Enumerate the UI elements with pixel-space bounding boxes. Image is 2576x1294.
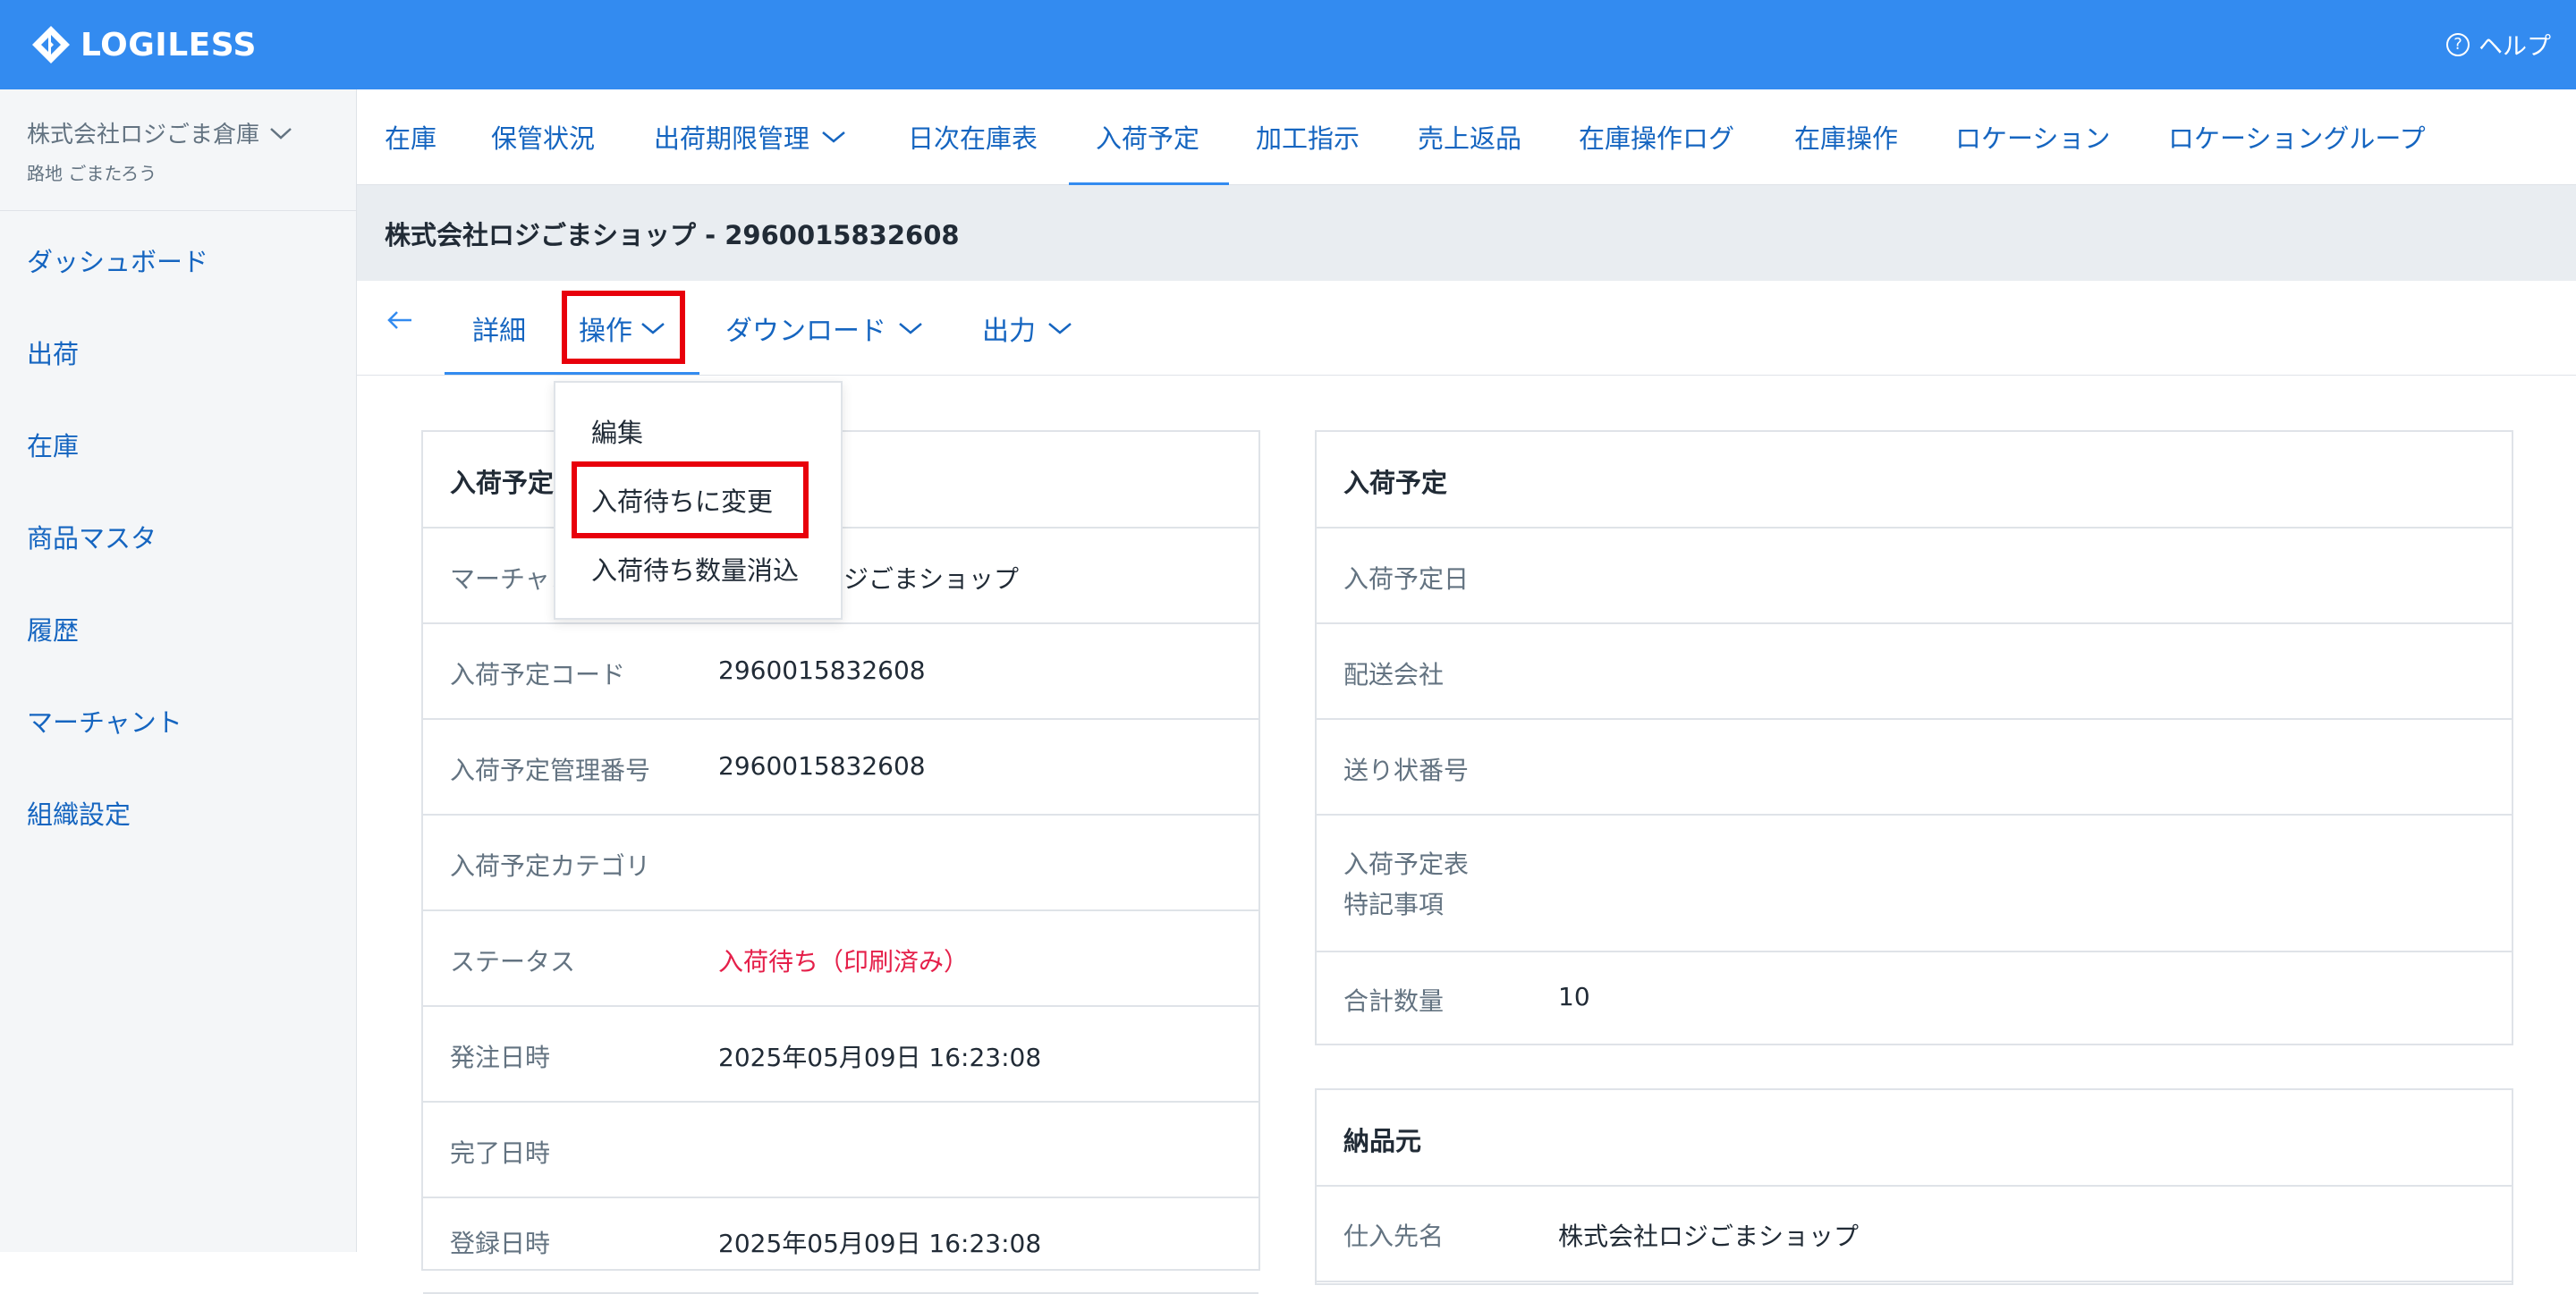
info-row: 入荷予定カテゴリ xyxy=(423,816,1258,911)
field-value: 2960015832608 xyxy=(718,655,926,685)
sidebar-item-org-settings[interactable]: 組織設定 xyxy=(27,794,131,832)
tab-sales-returns[interactable]: 売上返品 xyxy=(1418,118,1521,156)
tab-inventory-operation[interactable]: 在庫操作 xyxy=(1794,118,1898,156)
field-value: 2960015832608 xyxy=(718,751,926,781)
menu-item-clear-awaiting-quantity[interactable]: 入荷待ち数量消込 xyxy=(591,550,799,588)
supplier-card: 納品元 仕入先名 株式会社ロジごまショップ xyxy=(1315,1088,2513,1285)
status-value: 入荷待ち（印刷済み） xyxy=(718,947,970,977)
info-row: 配送会社 xyxy=(1317,624,2512,720)
card-title: 入荷予定 xyxy=(1343,468,1448,498)
logo-text: LOGILESS xyxy=(80,26,257,63)
card-title: 入荷予定 xyxy=(450,468,555,498)
org-switcher[interactable]: 株式会社ロジごま倉庫 xyxy=(27,116,293,149)
logo[interactable]: LOGILESS xyxy=(30,21,257,68)
info-row: 入荷予定日 xyxy=(1317,529,2512,624)
tab-expiry-label: 出荷期限管理 xyxy=(654,123,810,154)
chevron-down-icon xyxy=(822,131,845,143)
org-name: 株式会社ロジごま倉庫 xyxy=(27,122,260,148)
info-row: 登録日時 2025年05月09日 16:23:08 xyxy=(423,1198,1258,1294)
field-label: 合計数量 xyxy=(1343,986,1445,1016)
page-title: 株式会社ロジごまショップ - 2960015832608 xyxy=(385,220,960,250)
info-row: 入荷予定表 特記事項 xyxy=(1317,816,2512,952)
help-label: ヘルプ xyxy=(2479,33,2551,61)
arrival-schedule-card: 入荷予定 入荷予定日 配送会社 送り状番号 入荷予定表 特記事項 合計数量 10 xyxy=(1315,430,2513,1045)
chevron-down-icon xyxy=(899,323,922,334)
total-quantity-value: 10 xyxy=(1558,982,1590,1011)
sidebar-item-shipping[interactable]: 出荷 xyxy=(27,334,79,371)
download-label: ダウンロード xyxy=(725,316,886,347)
sidebar-item-history[interactable]: 履歴 xyxy=(27,610,79,647)
field-value: 2025年05月09日 16:23:08 xyxy=(718,1229,1042,1258)
sidebar-item-dashboard[interactable]: ダッシュボード xyxy=(27,241,208,279)
app-header xyxy=(0,0,2576,89)
menu-item-highlight-box xyxy=(572,461,809,538)
sub-nav xyxy=(357,281,2576,376)
chevron-down-icon xyxy=(270,127,292,140)
tab-daily-inventory[interactable]: 日次在庫表 xyxy=(908,118,1038,156)
download-menu-button[interactable]: ダウンロード xyxy=(725,309,924,348)
info-row: 送り状番号 xyxy=(1317,720,2512,816)
field-label: 登録日時 xyxy=(450,1229,551,1258)
info-row: 完了日時 xyxy=(423,1103,1258,1198)
field-label: ステータス xyxy=(450,947,576,977)
user-name: 路地 ごまたろう xyxy=(27,163,157,184)
tab-inventory[interactable]: 在庫 xyxy=(385,118,436,156)
sidebar-item-inventory[interactable]: 在庫 xyxy=(27,426,79,463)
help-circle-icon: ? xyxy=(2446,32,2470,56)
field-label: 入荷予定日 xyxy=(1343,564,1470,594)
info-row: 合計数量 10 xyxy=(1317,952,2512,1045)
tab-storage-status[interactable]: 保管状況 xyxy=(491,118,595,156)
field-value: 2025年05月09日 16:23:08 xyxy=(718,1043,1042,1072)
field-label: 入荷予定カテゴリ xyxy=(450,851,651,881)
field-label: 配送会社 xyxy=(1343,660,1445,689)
menu-item-edit[interactable]: 編集 xyxy=(591,412,643,450)
info-row: 仕入先名 株式会社ロジごまショップ xyxy=(1317,1187,2512,1282)
output-label: 出力 xyxy=(982,316,1036,347)
sidebar-item-products[interactable]: 商品マスタ xyxy=(27,518,157,555)
subtab-detail[interactable]: 詳細 xyxy=(472,309,526,348)
card-title: 納品元 xyxy=(1343,1126,1422,1156)
field-label: 仕入先名 xyxy=(1343,1222,1445,1251)
operation-highlight-box xyxy=(562,291,685,364)
tab-inventory-log[interactable]: 在庫操作ログ xyxy=(1579,118,1734,156)
tab-location[interactable]: ロケーション xyxy=(1955,118,2110,156)
active-subtab-indicator xyxy=(445,372,699,375)
logo-diamond-icon xyxy=(32,26,70,63)
field-label: 入荷予定コード xyxy=(450,660,626,689)
org-switcher-box xyxy=(0,89,356,211)
card-header-row: 納品元 xyxy=(1317,1090,2512,1187)
back-button[interactable] xyxy=(385,307,415,334)
field-label: 送り状番号 xyxy=(1343,756,1470,785)
output-menu-button[interactable]: 出力 xyxy=(982,309,1073,348)
field-label: 入荷予定管理番号 xyxy=(450,756,651,785)
info-row: 入荷予定コード 2960015832608 xyxy=(423,624,1258,720)
tab-location-group[interactable]: ロケーショングループ xyxy=(2168,118,2426,156)
info-row: ステータス 入荷待ち（印刷済み） xyxy=(423,911,1258,1007)
sidebar-item-merchants[interactable]: マーチャント xyxy=(27,702,182,740)
back-arrow-icon xyxy=(387,311,411,329)
field-label: 入荷予定表 特記事項 xyxy=(1343,850,1470,919)
chevron-down-icon xyxy=(1048,323,1072,334)
tab-processing[interactable]: 加工指示 xyxy=(1256,118,1360,156)
field-label: 完了日時 xyxy=(450,1138,551,1168)
field-label: 発注日時 xyxy=(450,1043,551,1072)
card-header-row: 入荷予定 xyxy=(1317,432,2512,529)
tab-arrivals[interactable]: 入荷予定 xyxy=(1096,118,1199,156)
info-row: 発注日時 2025年05月09日 16:23:08 xyxy=(423,1007,1258,1103)
field-value: 株式会社ロジごまショップ xyxy=(1558,1222,1860,1251)
tab-expiry-management[interactable]: 出荷期限管理 xyxy=(654,118,847,156)
help-link[interactable]: ? ヘルプ xyxy=(2446,27,2551,62)
info-row: 入荷予定管理番号 2960015832608 xyxy=(423,720,1258,816)
